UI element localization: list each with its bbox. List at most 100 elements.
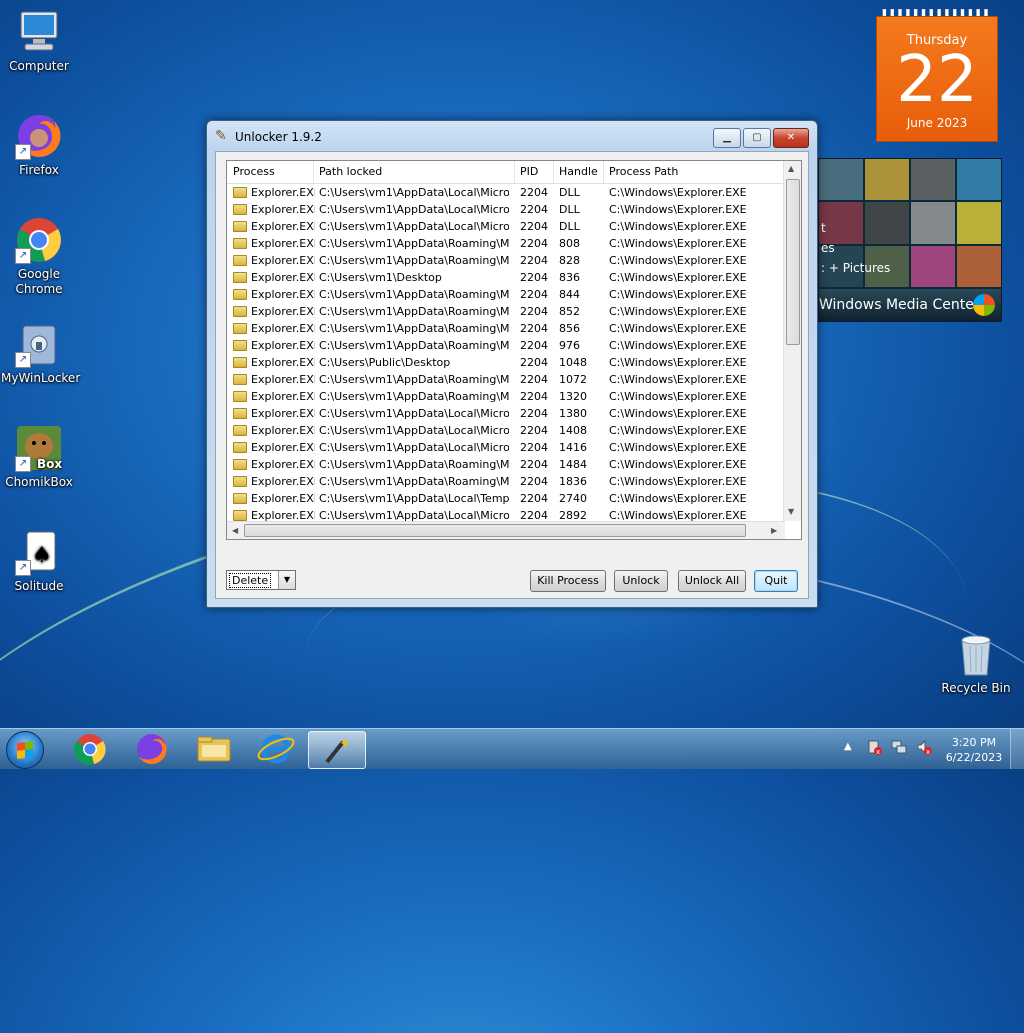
calendar-page: Thursday 22 June 2023 xyxy=(876,16,998,142)
desktop-icon-solitude[interactable]: ♠ ↗ Solitude xyxy=(1,528,77,594)
recycle-bin-icon xyxy=(952,630,1000,678)
folder-icon xyxy=(233,221,247,232)
cell-path-locked: C:\Users\vm1\Desktop xyxy=(319,271,442,284)
cell-pid: 2204 xyxy=(520,407,548,420)
table-row[interactable]: Explorer.EXE C:\Users\vm1\AppData\Roaming… xyxy=(227,286,785,303)
table-row[interactable]: Explorer.EXE C:\Users\vm1\AppData\Local\T… xyxy=(227,490,785,507)
column-header-pid[interactable]: PID xyxy=(514,161,554,183)
cell-process: Explorer.EXE xyxy=(251,237,315,250)
scroll-left-icon[interactable]: ◀ xyxy=(232,526,238,536)
maximize-button[interactable]: ▢ xyxy=(743,128,771,148)
cell-process: Explorer.EXE xyxy=(251,373,315,386)
cell-path-locked: C:\Users\vm1\AppData\Local\Temp\... xyxy=(319,492,509,505)
folder-icon xyxy=(233,493,247,504)
cell-path-locked: C:\Users\vm1\AppData\Roaming\Mic... xyxy=(319,237,509,250)
action-center-icon[interactable]: x xyxy=(866,739,882,756)
table-row[interactable]: Explorer.EXE C:\Users\vm1\AppData\Roaming… xyxy=(227,388,785,405)
table-row[interactable]: Explorer.EXE C:\Users\vm1\AppData\Roaming… xyxy=(227,235,785,252)
chevron-down-icon[interactable]: ▼ xyxy=(278,571,295,589)
windows-logo-icon xyxy=(973,294,995,316)
process-list[interactable]: Process Path locked PID Handle Process P… xyxy=(226,160,802,540)
table-row[interactable]: Explorer.EXE C:\Users\vm1\AppData\Roaming… xyxy=(227,371,785,388)
desktop-icon-mywinlocker[interactable]: ↗ MyWinLocker xyxy=(1,320,81,386)
show-hidden-icons[interactable]: ▲ xyxy=(844,741,852,752)
desktop-icon-label: MyWinLocker xyxy=(1,371,81,385)
scroll-up-icon[interactable]: ▲ xyxy=(788,164,794,174)
table-row[interactable]: Explorer.EXE C:\Users\vm1\AppData\Roaming… xyxy=(227,320,785,337)
quit-button[interactable]: Quit xyxy=(754,570,798,592)
scroll-right-icon[interactable]: ▶ xyxy=(771,526,777,536)
calendar-gadget[interactable]: Thursday 22 June 2023 ▮ ▮ ▮ ▮ ▮ ▮ ▮ ▮ ▮ … xyxy=(876,8,998,142)
column-header-path[interactable]: Path locked xyxy=(313,161,515,183)
cell-process: Explorer.EXE xyxy=(251,254,315,267)
table-row[interactable]: Explorer.EXE C:\Users\Public\Desktop 2204 1… xyxy=(227,354,785,371)
cell-process: Explorer.EXE xyxy=(251,356,315,369)
cell-handle: 856 xyxy=(559,322,580,335)
cell-process-path: C:\Windows\Explorer.EXE xyxy=(609,339,747,352)
desktop-icon-chrome[interactable]: ↗ Google Chrome xyxy=(1,216,77,297)
cell-path-locked: C:\Users\vm1\AppData\Roaming\Mic... xyxy=(319,305,509,318)
table-row[interactable]: Explorer.EXE C:\Users\vm1\AppData\Roaming… xyxy=(227,303,785,320)
table-row[interactable]: Explorer.EXE C:\Users\vm1\AppData\Roaming… xyxy=(227,337,785,354)
network-icon[interactable] xyxy=(891,739,907,755)
taskbar-unlocker[interactable]: ✦ xyxy=(308,731,366,769)
scroll-down-icon[interactable]: ▼ xyxy=(788,507,794,517)
cell-handle: 1836 xyxy=(559,475,587,488)
taskbar-explorer[interactable] xyxy=(186,731,242,767)
column-header-process-path[interactable]: Process Path xyxy=(603,161,788,183)
table-row[interactable]: Explorer.EXE C:\Users\vm1\AppData\Local\M… xyxy=(227,439,785,456)
media-center-gadget[interactable]: t es : + Pictures Windows Media Center xyxy=(818,158,1002,322)
table-row[interactable]: Explorer.EXE C:\Users\vm1\AppData\Local\M… xyxy=(227,422,785,439)
minimize-button[interactable]: ▁ xyxy=(713,128,741,148)
horizontal-scroll-thumb[interactable] xyxy=(244,524,746,537)
table-row[interactable]: Explorer.EXE C:\Users\vm1\AppData\Local\M… xyxy=(227,184,785,201)
cell-pid: 2204 xyxy=(520,475,548,488)
cell-process: Explorer.EXE xyxy=(251,407,315,420)
shortcut-arrow-icon: ↗ xyxy=(15,352,31,368)
taskbar-chrome[interactable] xyxy=(62,731,118,767)
desktop-icon-firefox[interactable]: ↗ Firefox xyxy=(1,112,77,178)
column-header-process[interactable]: Process xyxy=(227,161,314,183)
title-bar[interactable]: ✎ Unlocker 1.9.2 ▁ ▢ ✕ xyxy=(207,121,817,151)
folder-icon xyxy=(233,289,247,300)
cell-process: Explorer.EXE xyxy=(251,390,315,403)
close-button[interactable]: ✕ xyxy=(773,128,809,148)
kill-process-button[interactable]: Kill Process xyxy=(530,570,606,592)
column-header-handle[interactable]: Handle xyxy=(553,161,604,183)
taskbar-ie[interactable] xyxy=(248,731,304,767)
cell-path-locked: C:\Users\Public\Desktop xyxy=(319,356,451,369)
start-button[interactable] xyxy=(6,731,44,769)
system-clock[interactable]: 3:20 PM 6/22/2023 xyxy=(944,735,1004,765)
table-row[interactable]: Explorer.EXE C:\Users\vm1\AppData\Roaming… xyxy=(227,473,785,490)
vertical-scrollbar[interactable]: ▲ ▼ xyxy=(783,161,801,521)
unlocker-window: ✎ Unlocker 1.9.2 ▁ ▢ ✕ Process Path lock… xyxy=(206,120,818,608)
cell-pid: 2204 xyxy=(520,237,548,250)
show-desktop-button[interactable] xyxy=(1010,729,1024,769)
table-row[interactable]: Explorer.EXE C:\Users\vm1\AppData\Roaming… xyxy=(227,456,785,473)
desktop-icon-chomikbox[interactable]: Box ↗ ChomikBox xyxy=(1,424,77,490)
cell-process-path: C:\Windows\Explorer.EXE xyxy=(609,271,747,284)
taskbar-firefox[interactable] xyxy=(124,731,180,767)
table-row[interactable]: Explorer.EXE C:\Users\vm1\AppData\Local\M… xyxy=(227,218,785,235)
cell-path-locked: C:\Users\vm1\AppData\Roaming\Mic... xyxy=(319,322,509,335)
action-select[interactable]: Delete ▼ xyxy=(226,570,296,590)
cell-handle: 808 xyxy=(559,237,580,250)
unlock-all-button[interactable]: Unlock All xyxy=(678,570,746,592)
cell-pid: 2204 xyxy=(520,356,548,369)
vertical-scroll-thumb[interactable] xyxy=(786,179,800,345)
desktop-icon-computer[interactable]: Computer xyxy=(1,8,77,74)
desktop-icon-label: Solitude xyxy=(14,579,64,593)
horizontal-scrollbar[interactable]: ◀ ▶ xyxy=(227,521,785,539)
unlock-button[interactable]: Unlock xyxy=(614,570,668,592)
table-row[interactable]: Explorer.EXE C:\Users\vm1\AppData\Local\M… xyxy=(227,405,785,422)
media-text-1: t xyxy=(821,221,826,235)
cell-path-locked: C:\Users\vm1\AppData\Local\Micros... xyxy=(319,186,509,199)
volume-muted-icon[interactable]: x xyxy=(916,739,932,756)
desktop-icon-recycle-bin[interactable]: Recycle Bin xyxy=(938,630,1014,696)
cell-process-path: C:\Windows\Explorer.EXE xyxy=(609,441,747,454)
firefox-icon: ↗ xyxy=(15,112,63,160)
table-row[interactable]: Explorer.EXE C:\Users\vm1\Desktop 2204 836 C… xyxy=(227,269,785,286)
table-row[interactable]: Explorer.EXE C:\Users\vm1\AppData\Roaming… xyxy=(227,252,785,269)
cell-process: Explorer.EXE xyxy=(251,339,315,352)
table-row[interactable]: Explorer.EXE C:\Users\vm1\AppData\Local\M… xyxy=(227,201,785,218)
